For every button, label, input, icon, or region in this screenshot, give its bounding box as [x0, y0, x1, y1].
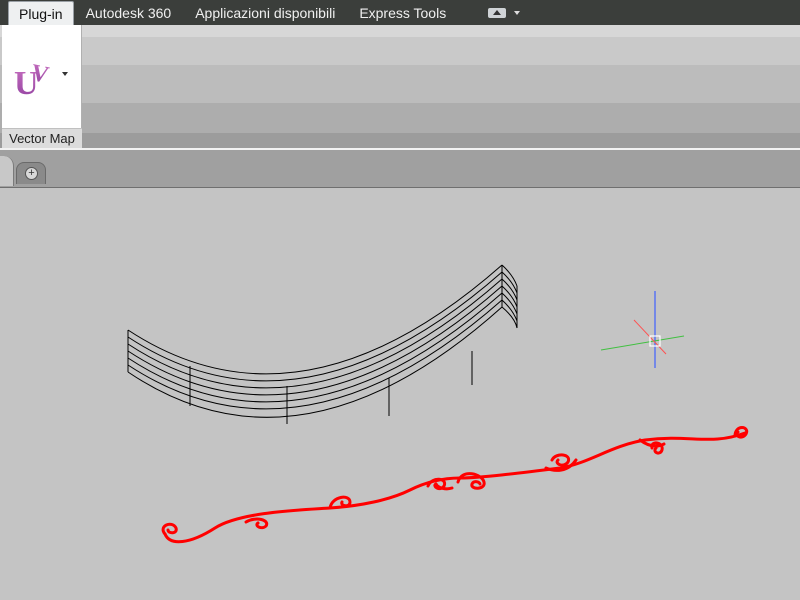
minimize-ribbon-icon[interactable]	[488, 8, 507, 18]
chevron-down-icon[interactable]	[514, 11, 521, 15]
tab-express-tools[interactable]: Express Tools	[347, 1, 458, 25]
vector-map-panel: U V Vector Map	[2, 25, 82, 148]
panel-title: Vector Map	[2, 128, 82, 148]
add-tab-icon: +	[25, 167, 38, 180]
model-space[interactable]	[0, 188, 800, 600]
document-tab-strip: +	[0, 148, 800, 188]
uv-map-icon[interactable]: U V	[8, 37, 76, 125]
ribbon-panel-area: U V Vector Map	[0, 25, 800, 148]
new-tab-button[interactable]: +	[16, 162, 46, 184]
document-tab[interactable]	[0, 156, 14, 186]
tab-applicazioni-disponibili[interactable]: Applicazioni disponibili	[183, 1, 347, 25]
ornamental-scroll-curve[interactable]	[161, 426, 749, 544]
curved-wall-wireframe[interactable]	[127, 264, 518, 424]
drawing-canvas[interactable]	[0, 188, 800, 600]
ribbon-tab-bar: Plug-in Autodesk 360 Applicazioni dispon…	[0, 0, 800, 25]
tool-dropdown-arrow-icon[interactable]	[62, 72, 68, 76]
tab-autodesk-360[interactable]: Autodesk 360	[74, 1, 184, 25]
ucs-axis-icon	[600, 291, 685, 368]
ribbon-state-control[interactable]	[488, 1, 521, 25]
tab-plug-in[interactable]: Plug-in	[8, 1, 74, 25]
